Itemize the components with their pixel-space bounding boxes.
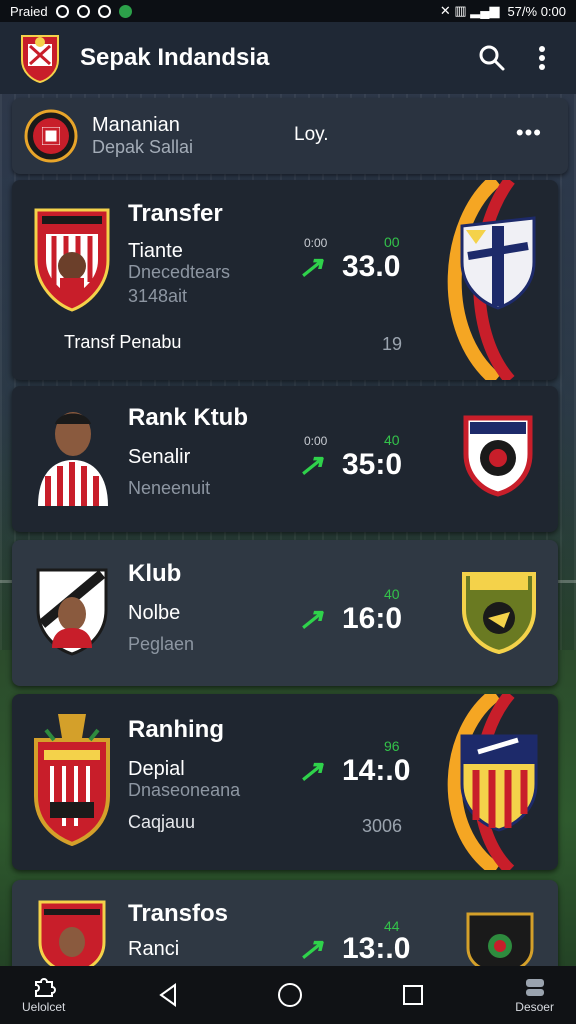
nav-left-label: Uelolcet bbox=[22, 1000, 66, 1014]
nav-right-item[interactable]: Desoer bbox=[515, 976, 554, 1014]
profile-mid-label: Loy. bbox=[294, 124, 329, 145]
trend-up-icon: ↗ bbox=[298, 603, 324, 636]
card-line-3: 3148ait bbox=[128, 286, 188, 306]
trend-up-icon: ↗ bbox=[298, 755, 324, 788]
opponent-crest-icon bbox=[466, 912, 534, 974]
card-title: Rank Ktub bbox=[128, 404, 248, 431]
club-badge-icon bbox=[24, 109, 78, 163]
card-line-2: Dnecedtears bbox=[128, 262, 231, 282]
opponent-crest-icon bbox=[460, 216, 536, 310]
card-footer-left: Transf Penabu bbox=[64, 332, 182, 352]
notification-icon bbox=[76, 4, 90, 18]
tag-green: 40 bbox=[384, 432, 400, 448]
card-line-2: Peglaen bbox=[128, 634, 195, 654]
card-footer-right: 3006 bbox=[361, 816, 402, 836]
card-line-1: Ranci bbox=[128, 938, 180, 960]
score-value: 13:.0 bbox=[342, 932, 411, 965]
club-crest-icon bbox=[34, 208, 110, 312]
recents-icon bbox=[402, 985, 423, 1005]
nav-left-item[interactable]: Uelolcet bbox=[22, 976, 65, 1014]
tag-green: 96 bbox=[384, 738, 400, 754]
transfer-card[interactable]: Transfer Tiante Dnecedtears 3148ait Tran… bbox=[12, 180, 558, 380]
card-title: Ranhing bbox=[128, 716, 224, 743]
club-crest-icon bbox=[38, 900, 106, 974]
card-line-1: Tiante bbox=[128, 240, 183, 262]
more-horiz-icon[interactable]: ••• bbox=[516, 120, 542, 146]
recents-button[interactable] bbox=[393, 975, 433, 1015]
tag-time: 0:00 bbox=[304, 236, 328, 250]
player-avatar bbox=[38, 412, 108, 506]
search-button[interactable] bbox=[476, 42, 508, 74]
app-title: Sepak Indandsia bbox=[80, 44, 270, 71]
card-title: Transfos bbox=[128, 900, 229, 927]
profile-name: Mananian bbox=[92, 114, 180, 136]
app-bar: Sepak Indandsia bbox=[0, 22, 576, 94]
transfers-card[interactable]: Transfos Ranci 44 ↗ 13:.0 bbox=[12, 880, 558, 974]
puzzle-icon bbox=[34, 978, 56, 997]
trend-up-icon: ↗ bbox=[298, 449, 324, 482]
club-crest-icon bbox=[34, 714, 110, 846]
card-line-1: Depial bbox=[128, 758, 185, 780]
nav-right-label: Desoer bbox=[515, 1000, 554, 1014]
score-value: 35:0 bbox=[342, 448, 403, 481]
card-line-2: Dnaseoneana bbox=[128, 780, 241, 800]
card-line-1: Senalir bbox=[128, 446, 191, 468]
status-bar: Praied ✕ ▥ ▂▄▆ 57/% 0:00 bbox=[0, 0, 576, 22]
rank-card[interactable]: Rank Ktub Senalir Neneenuit 0:00 40 ↗ 35… bbox=[12, 386, 558, 532]
club-crest-icon bbox=[36, 568, 108, 656]
opponent-crest-icon bbox=[463, 415, 533, 497]
score-value: 14:.0 bbox=[342, 754, 411, 787]
home-button[interactable] bbox=[270, 975, 310, 1015]
club-card[interactable]: Klub Nolbe Peglaen 40 ↗ 16:0 bbox=[12, 540, 558, 686]
profile-subtitle: Depak Sallai bbox=[92, 137, 194, 157]
tag-green: 00 bbox=[384, 234, 400, 250]
more-options-button[interactable] bbox=[526, 42, 558, 74]
whatsapp-icon bbox=[118, 4, 132, 18]
tag-green: 40 bbox=[384, 586, 400, 602]
notification-icon bbox=[55, 4, 69, 18]
app-logo bbox=[21, 35, 59, 84]
signal-icon: ✕ ▥ ▂▄▆ bbox=[439, 3, 500, 18]
bottom-nav-bar: Uelolcet Desoer bbox=[0, 966, 576, 1024]
opponent-crest-icon bbox=[460, 734, 538, 832]
card-line-2: Neneenuit bbox=[128, 478, 211, 498]
card-title: Transfer bbox=[128, 200, 223, 227]
home-icon bbox=[278, 983, 303, 1007]
back-button[interactable] bbox=[148, 975, 188, 1015]
card-line-1: Nolbe bbox=[128, 602, 181, 624]
more-vert-icon bbox=[539, 46, 545, 70]
search-icon bbox=[479, 45, 505, 71]
notification-icon bbox=[97, 4, 111, 18]
card-title: Klub bbox=[128, 560, 182, 587]
score-value: 33.0 bbox=[342, 250, 401, 283]
opponent-crest-icon bbox=[462, 572, 536, 655]
tag-time: 0:00 bbox=[304, 434, 328, 448]
back-icon bbox=[159, 983, 176, 1007]
profile-card[interactable]: Mananian Depak Sallai Loy. ••• bbox=[12, 98, 568, 174]
trend-up-icon: ↗ bbox=[298, 251, 324, 284]
profile-icon bbox=[525, 979, 544, 996]
status-right-text: 57/% 0:00 bbox=[507, 3, 566, 19]
card-line-3: Caqjauu bbox=[128, 812, 196, 832]
ranking-card[interactable]: Ranhing Depial Dnaseoneana Caqjauu 96 ↗ … bbox=[12, 694, 558, 870]
trend-up-icon: ↗ bbox=[298, 933, 324, 966]
status-left-text: Praied bbox=[10, 3, 48, 19]
card-footer-right: 19 bbox=[381, 334, 402, 354]
score-value: 16:0 bbox=[342, 602, 403, 635]
